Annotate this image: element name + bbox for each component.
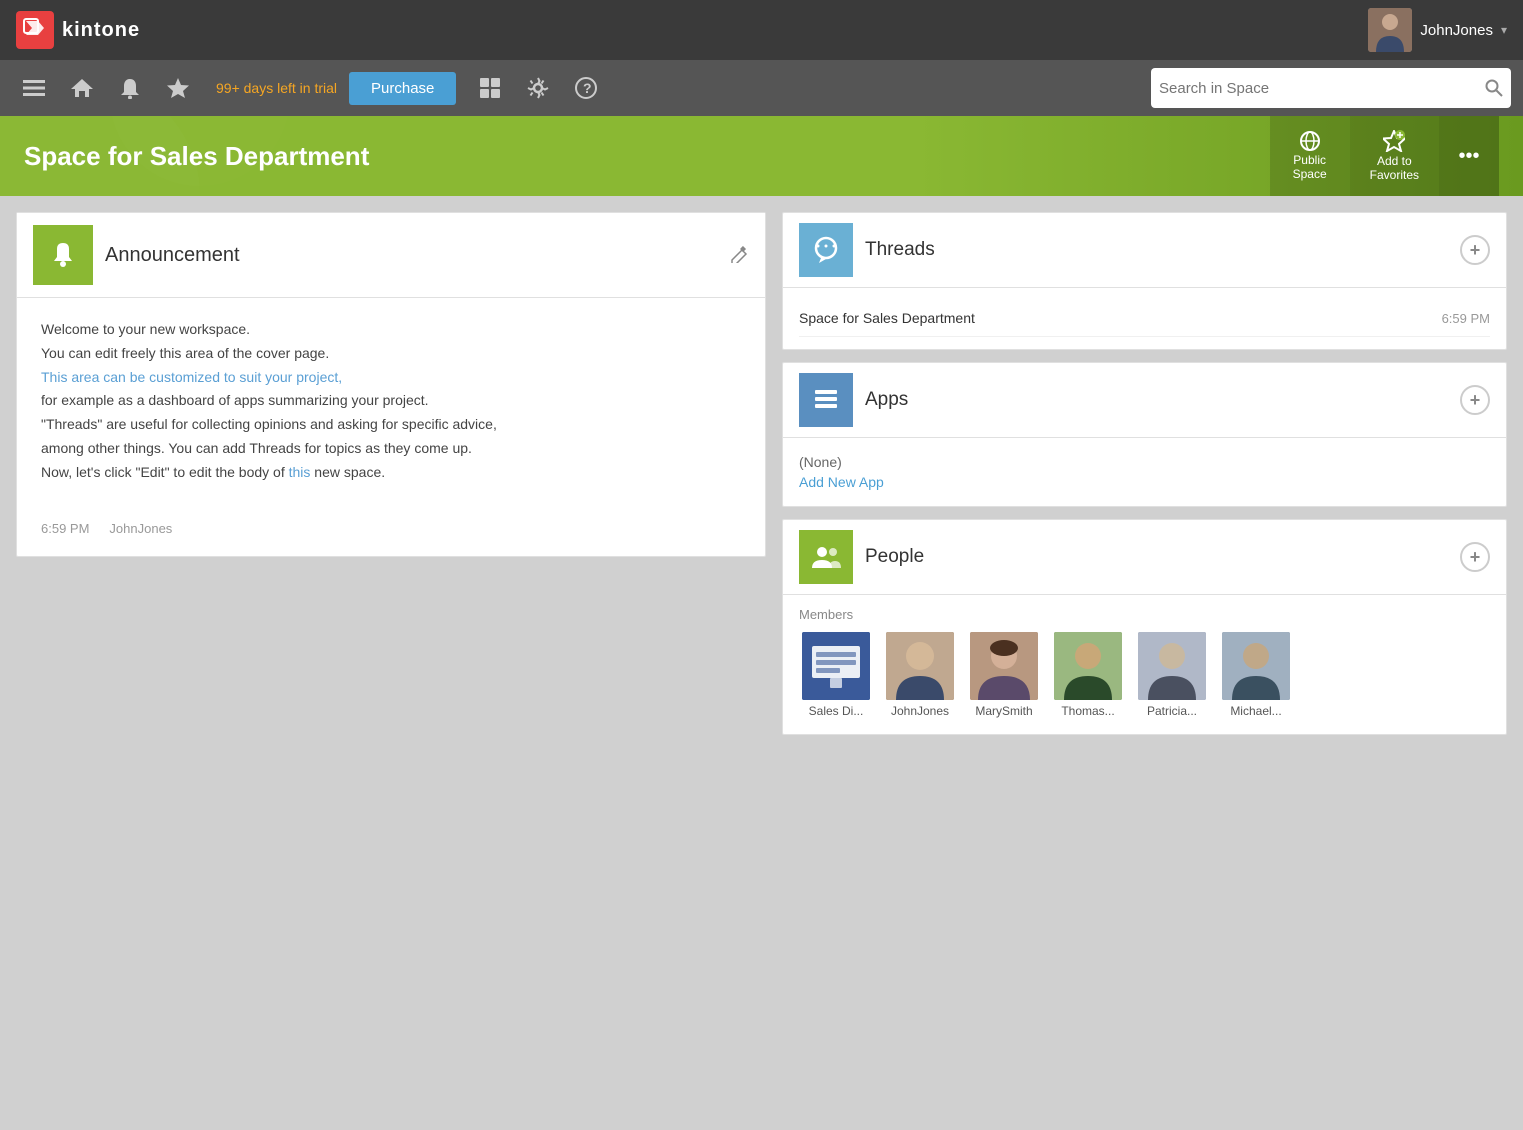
home-icon[interactable] <box>60 66 104 110</box>
member-item[interactable]: Sales Di... <box>799 632 873 718</box>
people-header: People + <box>783 520 1506 595</box>
member-name: Sales Di... <box>799 704 873 718</box>
announcement-text: Welcome to your new workspace. You can e… <box>41 318 741 485</box>
logo-text: kintone <box>62 19 140 42</box>
public-space-label: PublicSpace <box>1293 153 1327 182</box>
user-avatar <box>1368 8 1412 52</box>
threads-card: Threads + Space for Sales Department 6:5… <box>782 212 1507 350</box>
member-item[interactable]: Thomas... <box>1051 632 1125 718</box>
user-dropdown-icon[interactable]: ▾ <box>1501 23 1507 37</box>
threads-title: Threads <box>865 239 935 261</box>
threads-add-button[interactable]: + <box>1460 235 1490 265</box>
member-name: MarySmith <box>967 704 1041 718</box>
help-icon[interactable]: ? <box>564 66 608 110</box>
apps-add-button[interactable]: + <box>1460 385 1490 415</box>
members-grid: Sales Di... JohnJones <box>799 632 1490 718</box>
announcement-author: JohnJones <box>109 521 172 536</box>
apps-card: Apps + (None) Add New App <box>782 362 1507 507</box>
apps-none-label: (None) <box>799 454 1490 470</box>
member-avatar-patricia <box>1138 632 1206 700</box>
trial-text: 99+ days left in trial <box>216 80 337 96</box>
left-panel: Announcement Welcome to your new workspa… <box>16 212 766 1114</box>
announcement-body: Welcome to your new workspace. You can e… <box>17 298 765 505</box>
apps-icon <box>799 373 853 427</box>
notifications-icon[interactable] <box>108 66 152 110</box>
purchase-button[interactable]: Purchase <box>349 72 456 105</box>
member-item[interactable]: Michael... <box>1219 632 1293 718</box>
member-name: Michael... <box>1219 704 1293 718</box>
thread-name: Space for Sales Department <box>799 310 975 326</box>
menu-icon[interactable] <box>12 66 56 110</box>
public-space-icon <box>1300 131 1320 151</box>
favorites-icon[interactable] <box>156 66 200 110</box>
search-bar <box>1151 68 1511 108</box>
search-submit-icon[interactable] <box>1485 79 1503 97</box>
add-new-app-link[interactable]: Add New App <box>799 474 1490 490</box>
right-panel: Threads + Space for Sales Department 6:5… <box>782 212 1507 1114</box>
member-avatar-johnjones <box>886 632 954 700</box>
thread-row[interactable]: Space for Sales Department 6:59 PM <box>799 300 1490 337</box>
announcement-footer: 6:59 PM JohnJones <box>17 505 765 556</box>
space-header: Space for Sales Department PublicSpace A… <box>0 116 1523 196</box>
people-icon <box>799 530 853 584</box>
public-space-button[interactable]: PublicSpace <box>1270 116 1350 196</box>
threads-icon <box>799 223 853 277</box>
add-favorites-icon <box>1383 130 1405 152</box>
member-name: JohnJones <box>883 704 957 718</box>
member-name: Patricia... <box>1135 704 1209 718</box>
space-header-actions: PublicSpace Add toFavorites ••• <box>1270 116 1499 196</box>
kintone-logo-icon <box>16 11 54 49</box>
topbar-right: JohnJones ▾ <box>1368 8 1507 52</box>
announcement-timestamp: 6:59 PM <box>41 521 89 536</box>
add-favorites-label: Add toFavorites <box>1370 154 1419 183</box>
logo-area: kintone <box>16 11 140 49</box>
announcement-header: Announcement <box>17 213 765 298</box>
member-item[interactable]: MarySmith <box>967 632 1041 718</box>
members-label: Members <box>799 607 1490 622</box>
apps-title: Apps <box>865 389 908 411</box>
more-options-icon: ••• <box>1458 145 1479 168</box>
threads-header: Threads + <box>783 213 1506 288</box>
announcement-title: Announcement <box>105 244 240 267</box>
member-name: Thomas... <box>1051 704 1125 718</box>
settings-icon[interactable] <box>516 66 560 110</box>
threads-body: Space for Sales Department 6:59 PM <box>783 288 1506 349</box>
member-item[interactable]: Patricia... <box>1135 632 1209 718</box>
member-avatar-salesdept <box>802 632 870 700</box>
apps-body: (None) Add New App <box>783 438 1506 506</box>
more-options-button[interactable]: ••• <box>1439 116 1499 196</box>
topbar: kintone JohnJones ▾ <box>0 0 1523 60</box>
main-content: Announcement Welcome to your new workspa… <box>0 196 1523 1130</box>
search-input[interactable] <box>1159 80 1479 97</box>
announcement-card: Announcement Welcome to your new workspa… <box>16 212 766 557</box>
thread-time: 6:59 PM <box>1442 311 1490 326</box>
member-item[interactable]: JohnJones <box>883 632 957 718</box>
member-avatar-marysmith <box>970 632 1038 700</box>
announcement-icon <box>33 225 93 285</box>
apps-header: Apps + <box>783 363 1506 438</box>
people-card: People + Members <box>782 519 1507 735</box>
member-avatar-michael <box>1222 632 1290 700</box>
people-title: People <box>865 546 924 568</box>
space-title: Space for Sales Department <box>24 141 369 172</box>
username-label: JohnJones <box>1420 22 1493 39</box>
people-body: Members <box>783 595 1506 734</box>
add-favorites-button[interactable]: Add toFavorites <box>1350 116 1439 196</box>
announcement-edit-button[interactable] <box>729 243 749 268</box>
svg-text:?: ? <box>583 80 592 96</box>
people-add-button[interactable]: + <box>1460 542 1490 572</box>
navbar: 99+ days left in trial Purchase ? <box>0 60 1523 116</box>
portal-icon[interactable] <box>468 66 512 110</box>
member-avatar-thomas <box>1054 632 1122 700</box>
